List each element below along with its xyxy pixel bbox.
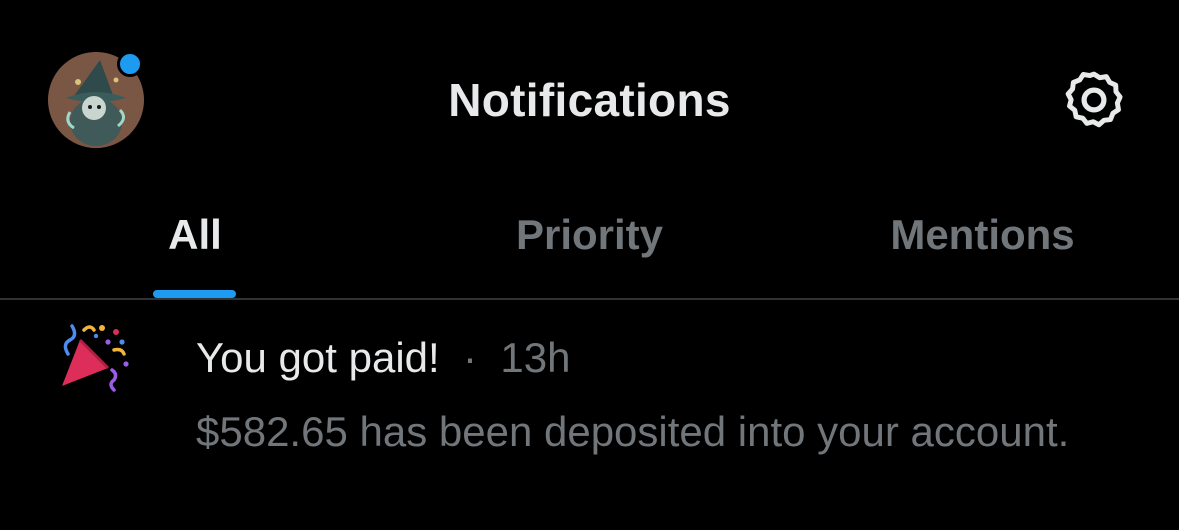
tab-all[interactable]: All: [0, 192, 393, 298]
settings-button[interactable]: [1058, 68, 1130, 132]
active-tab-indicator: [153, 290, 236, 298]
notification-separator: ·: [451, 334, 489, 381]
tab-all-label: All: [168, 211, 222, 258]
tab-mentions-label: Mentions: [890, 211, 1075, 258]
tab-priority[interactable]: Priority: [393, 192, 786, 298]
notification-tabs: All Priority Mentions: [0, 192, 1179, 298]
tab-mentions[interactable]: Mentions: [786, 192, 1179, 298]
gear-icon: [1065, 71, 1123, 128]
notification-header: You got paid! · 13h: [196, 332, 570, 384]
party-popper-icon: [56, 320, 136, 392]
tab-priority-label: Priority: [515, 211, 664, 258]
notification-timestamp: 13h: [500, 334, 571, 381]
notification-item[interactable]: You got paid! · 13h $582.65 has been dep…: [0, 300, 1179, 530]
notification-title: You got paid!: [196, 334, 440, 381]
page-title: Notifications: [448, 74, 731, 126]
notification-body: $582.65 has been deposited into your acc…: [196, 408, 1070, 455]
top-bar: Notifications: [0, 0, 1179, 200]
